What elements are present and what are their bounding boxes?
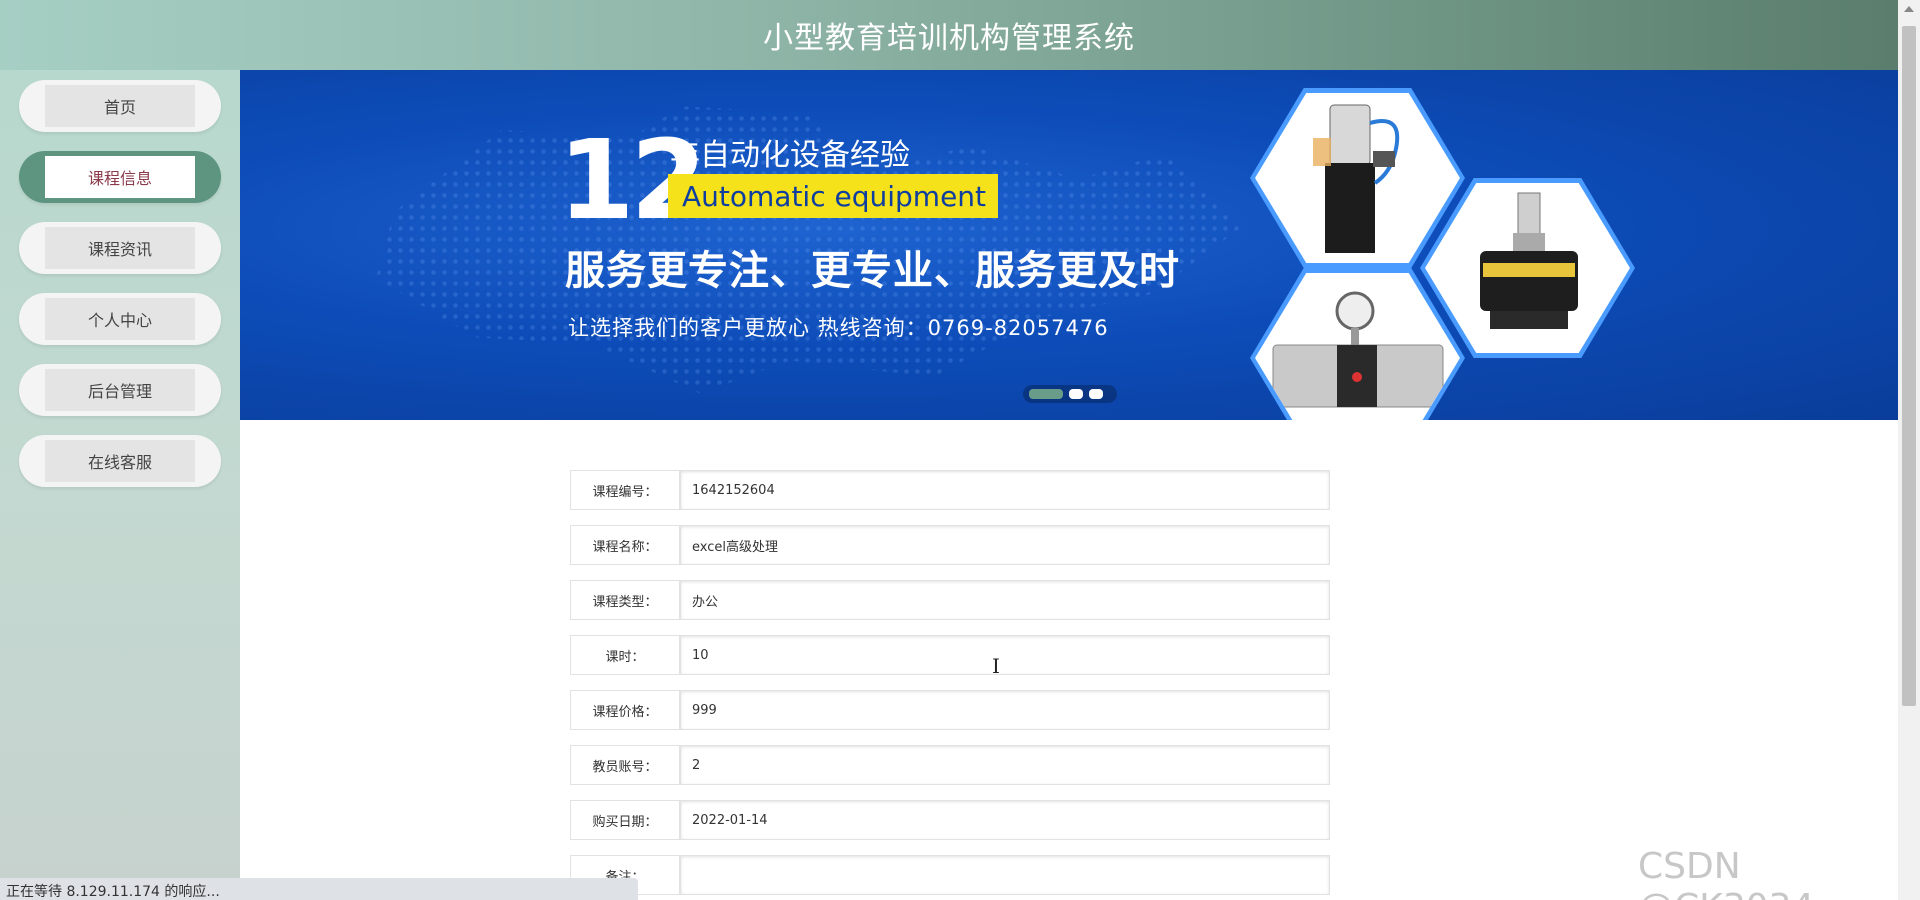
sidebar-item-label: 个人中心 — [45, 298, 195, 340]
sidebar: 首页 课程信息 课程资讯 个人中心 后台管理 在线客服 — [0, 70, 240, 900]
form-row: 购买日期： — [570, 800, 1330, 840]
browser-status-bar: 正在等待 8.129.11.174 的响应... — [0, 878, 638, 900]
sidebar-item-label: 在线客服 — [45, 440, 195, 482]
banner-carousel[interactable]: 12 年自动化设备经验 Automatic equipment 服务更专注、更专… — [240, 70, 1898, 420]
class-hours-input[interactable] — [680, 635, 1330, 675]
banner-hotline: 让选择我们的客户更放心 热线咨询：0769-82057476 — [568, 316, 1109, 340]
sidebar-item-label: 课程资讯 — [45, 227, 195, 269]
form-row: 课程编号： — [570, 470, 1330, 510]
form-row: 备注： — [570, 855, 1330, 895]
product-hex-image — [1250, 268, 1465, 420]
form-row: 课程名称： — [570, 525, 1330, 565]
sidebar-item-admin[interactable]: 后台管理 — [19, 364, 221, 416]
teacher-account-input[interactable] — [680, 745, 1330, 785]
course-id-input[interactable] — [680, 470, 1330, 510]
sidebar-item-course-news[interactable]: 课程资讯 — [19, 222, 221, 274]
banner-experience-text: 年自动化设备经验 — [670, 138, 910, 173]
top-header: 小型教育培训机构管理系统 — [0, 0, 1898, 70]
field-label: 课程类型： — [570, 580, 680, 620]
form-row: 课程价格： — [570, 690, 1330, 730]
field-label: 课程价格： — [570, 690, 680, 730]
sidebar-item-label: 课程信息 — [45, 156, 195, 198]
sidebar-item-label: 后台管理 — [45, 369, 195, 411]
carousel-dot[interactable] — [1029, 389, 1063, 399]
watermark: CSDN @CK3034 — [1638, 846, 1814, 900]
form-row: 课时： — [570, 635, 1330, 675]
product-hex-image — [1250, 88, 1465, 268]
scroll-up-arrow-icon[interactable] — [1904, 6, 1914, 12]
field-label: 教员账号： — [570, 745, 680, 785]
banner-tag: Automatic equipment — [668, 174, 998, 218]
pressure-gauge-icon — [1272, 291, 1444, 408]
sidebar-item-personal-center[interactable]: 个人中心 — [19, 293, 221, 345]
carousel-dot[interactable] — [1069, 389, 1083, 399]
scroll-thumb[interactable] — [1902, 26, 1916, 706]
field-label: 课程编号： — [570, 470, 680, 510]
site-title: 小型教育培训机构管理系统 — [763, 21, 1135, 56]
purchase-date-input[interactable] — [680, 800, 1330, 840]
course-name-input[interactable] — [680, 525, 1330, 565]
carousel-indicators — [1023, 385, 1117, 403]
field-label: 购买日期： — [570, 800, 680, 840]
field-label: 课时： — [570, 635, 680, 675]
form-row: 教员账号： — [570, 745, 1330, 785]
product-hex-image — [1420, 178, 1635, 358]
banner-slogan: 服务更专注、更专业、服务更及时 — [565, 248, 1180, 294]
pump-machine-icon — [1313, 104, 1400, 253]
course-price-input[interactable] — [680, 690, 1330, 730]
remarks-input[interactable] — [680, 855, 1330, 895]
text-cursor-icon: I — [992, 654, 1000, 678]
field-label: 课程名称： — [570, 525, 680, 565]
form-row: 课程类型： — [570, 580, 1330, 620]
carousel-dot[interactable] — [1089, 389, 1103, 399]
sidebar-item-online-service[interactable]: 在线客服 — [19, 435, 221, 487]
course-type-input[interactable] — [680, 580, 1330, 620]
sidebar-item-label: 首页 — [45, 85, 195, 127]
page-scrollbar[interactable] — [1898, 0, 1920, 900]
booster-machine-icon — [1480, 192, 1578, 329]
sidebar-item-course-info[interactable]: 课程信息 — [19, 151, 221, 203]
sidebar-item-home[interactable]: 首页 — [19, 80, 221, 132]
